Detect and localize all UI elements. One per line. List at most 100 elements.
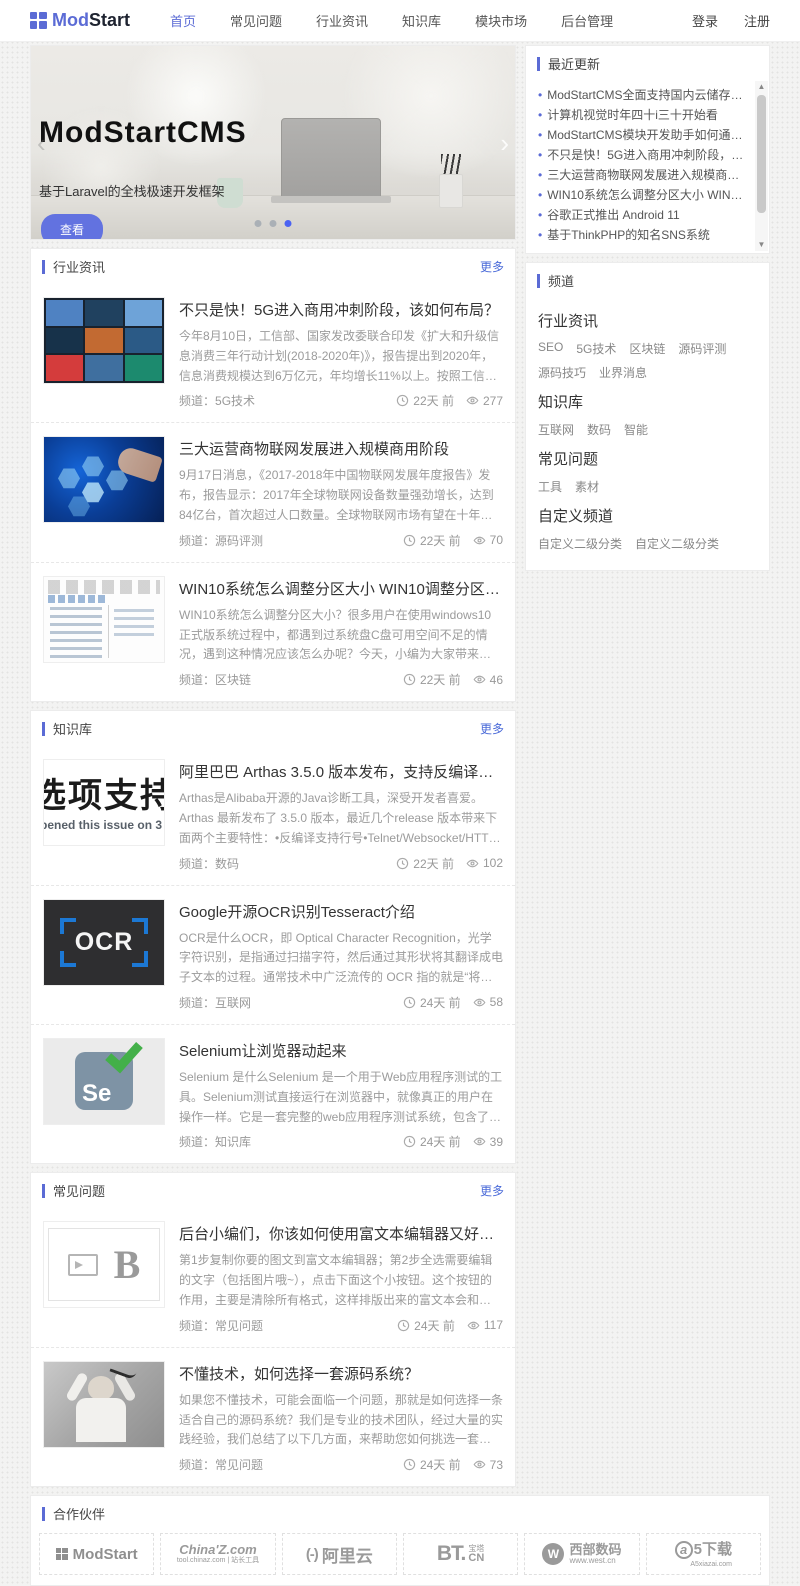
clock-icon [396, 857, 409, 870]
article-title[interactable]: WIN10系统怎么调整分区大小 WIN10调整分区大小方法 [179, 578, 503, 599]
partner-logo-west[interactable]: W 西部数码 www.west.cn [524, 1533, 639, 1575]
channel-tag[interactable]: 业界消息 [599, 364, 647, 381]
channel-tag[interactable]: 区块链 [629, 340, 665, 357]
channel-tag[interactable]: 源码评测 [678, 340, 726, 357]
article-thumbnail[interactable]: 选项支持显 pened this issue on 3 [43, 759, 165, 846]
article-thumbnail[interactable]: Se [43, 1038, 165, 1125]
more-link[interactable]: 更多 [480, 258, 504, 275]
channel-group-custom[interactable]: 自定义频道 [538, 505, 757, 526]
channel-tag[interactable]: 5G技术 [576, 340, 616, 357]
channel-tag[interactable]: 数码 [587, 421, 611, 438]
carousel-dot-active[interactable] [285, 220, 292, 227]
article-thumbnail[interactable] [43, 436, 165, 523]
recent-update-item[interactable]: 三大运营商物联网发展进入规模商用阶段 [538, 165, 749, 185]
article-channel[interactable]: 数码 [215, 855, 239, 872]
partner-logo-chinaz[interactable]: China'Z.com tool.chinaz.com | 站长工具 [160, 1533, 275, 1575]
channel-tag[interactable]: 互联网 [538, 421, 574, 438]
more-link[interactable]: 更多 [480, 1182, 504, 1199]
nav-item-admin[interactable]: 后台管理 [561, 11, 613, 30]
article-title[interactable]: 三大运营商物联网发展进入规模商用阶段 [179, 438, 503, 459]
article-row[interactable]: Se Selenium让浏览器动起来 Selenium 是什么Selenium … [31, 1025, 515, 1163]
recent-update-item[interactable]: WIN10系统怎么调整分区大小 WIN10调整分区大小... [538, 185, 749, 205]
article-row[interactable]: B 后台小编们，你该如何使用富文本编辑器又好又快的排版 第1步复制你要的图文到富… [31, 1208, 515, 1347]
article-row[interactable]: OCR Google开源OCR识别Tesseract介绍 OCR是什么OCR，即… [31, 886, 515, 1025]
article-row[interactable]: WIN10系统怎么调整分区大小 WIN10调整分区大小方法 WIN10系统怎么调… [31, 563, 515, 701]
nav-item-news[interactable]: 行业资讯 [316, 11, 368, 30]
article-views: 39 [490, 1135, 503, 1149]
scrollbar-thumb[interactable] [757, 95, 766, 213]
article-channel[interactable]: 互联网 [215, 994, 251, 1011]
hero-pencil-cup-graphic [439, 174, 463, 208]
recent-update-item[interactable]: ModStartCMS模块开发助手如何通过一键创建模块？ [538, 125, 749, 145]
channel-tag[interactable]: 源码技巧 [538, 364, 586, 381]
scrollbar-track[interactable]: ▲ ▼ [755, 81, 768, 251]
article-title[interactable]: 不懂技术，如何选择一套源码系统？ [179, 1363, 503, 1384]
more-link[interactable]: 更多 [480, 720, 504, 737]
article-row[interactable]: 三大运营商物联网发展进入规模商用阶段 9月17日消息，《2017-2018年中国… [31, 423, 515, 562]
hero-view-button[interactable]: 查看 [41, 214, 103, 240]
channel-tag[interactable]: 智能 [624, 421, 648, 438]
scroll-down-icon[interactable]: ▼ [755, 239, 768, 251]
recent-update-item[interactable]: 谷歌正式推出 Android 11 [538, 205, 749, 225]
carousel-dot[interactable] [255, 220, 262, 227]
eye-icon [466, 394, 479, 407]
section-accent-bar [537, 274, 540, 288]
channel-group-knowledge[interactable]: 知识库 [538, 391, 757, 412]
nav-item-faq[interactable]: 常见问题 [230, 11, 282, 30]
channel-tag[interactable]: 素材 [575, 478, 599, 495]
article-channel[interactable]: 区块链 [215, 671, 251, 688]
recent-update-item[interactable]: ModStartCMS全面支持国内云储存平台 [538, 85, 749, 105]
partner-logo-baota[interactable]: BT. 宝塔 CN [403, 1533, 518, 1575]
article-thumbnail[interactable] [43, 1361, 165, 1448]
nav-item-module-market[interactable]: 模块市场 [475, 11, 527, 30]
article-thumbnail[interactable]: B [43, 1221, 165, 1308]
clock-icon [397, 1319, 410, 1332]
article-channel[interactable]: 常见问题 [215, 1317, 263, 1334]
channel-tag[interactable]: 工具 [538, 478, 562, 495]
article-channel[interactable]: 常见问题 [215, 1456, 263, 1473]
article-row[interactable]: 不懂技术，如何选择一套源码系统？ 如果您不懂技术，可能会面临一个问题，那就是如何… [31, 1348, 515, 1486]
nav-item-home[interactable]: 首页 [170, 11, 196, 30]
channel-group-faq[interactable]: 常见问题 [538, 448, 757, 469]
channel-tag[interactable]: 自定义二级分类 [538, 535, 622, 552]
scroll-up-icon[interactable]: ▲ [755, 81, 768, 93]
carousel-dots [255, 220, 292, 227]
article-time: 22天 前 [413, 855, 454, 872]
recent-update-item[interactable]: 基于ThinkPHP的知名SNS系统 [538, 225, 749, 245]
article-title[interactable]: 阿里巴巴 Arthas 3.5.0 版本发布，支持反编译打印行号和统一鉴权 [179, 761, 503, 782]
article-channel[interactable]: 源码评测 [215, 532, 263, 549]
eye-icon [473, 673, 486, 686]
article-excerpt: 9月17日消息，《2017-2018年中国物联网发展年度报告》发布，报告显示：2… [179, 466, 503, 525]
nav-item-knowledge[interactable]: 知识库 [402, 11, 441, 30]
article-row[interactable]: 不只是快！5G进入商用冲刺阶段，该如何布局？ 今年8月10日，工信部、国家发改委… [31, 284, 515, 423]
carousel-next-icon[interactable]: › [500, 130, 509, 156]
article-row[interactable]: 选项支持显 pened this issue on 3 阿里巴巴 Arthas … [31, 746, 515, 885]
partner-logo-modstart[interactable]: ModStart [39, 1533, 154, 1575]
article-excerpt: 如果您不懂技术，可能会面临一个问题，那就是如何选择一条适合自己的源码系统？我们是… [179, 1391, 503, 1450]
site-logo[interactable]: ModStart [30, 10, 130, 31]
carousel-dot[interactable] [270, 220, 277, 227]
article-title[interactable]: Selenium让浏览器动起来 [179, 1040, 503, 1061]
article-channel[interactable]: 5G技术 [215, 392, 255, 409]
article-thumbnail[interactable] [43, 297, 165, 384]
login-link[interactable]: 登录 [692, 11, 718, 30]
recent-update-item[interactable]: 计算机视觉时年四十i三十开始看 [538, 105, 749, 125]
partners-panel: 合作伙伴 ModStart China'Z.com tool.chinaz.co… [30, 1495, 770, 1586]
partner-logo-text: BT. [437, 1542, 466, 1566]
recent-update-item[interactable]: 不只是快！5G进入商用冲刺阶段，该如何布局？ [538, 145, 749, 165]
partner-logo-a5[interactable]: a 5下载 A5xiazai.com [646, 1533, 761, 1575]
article-title[interactable]: 后台小编们，你该如何使用富文本编辑器又好又快的排版 [179, 1223, 503, 1244]
article-title[interactable]: 不只是快！5G进入商用冲刺阶段，该如何布局？ [179, 299, 503, 320]
section-title: 常见问题 [53, 1181, 105, 1200]
article-thumbnail[interactable] [43, 576, 165, 663]
article-thumbnail[interactable]: OCR [43, 899, 165, 986]
article-channel[interactable]: 知识库 [215, 1133, 251, 1150]
register-link[interactable]: 注册 [744, 11, 770, 30]
channel-tag[interactable]: SEO [538, 340, 563, 357]
article-title[interactable]: Google开源OCR识别Tesseract介绍 [179, 901, 503, 922]
channel-tag[interactable]: 自定义二级分类 [635, 535, 719, 552]
channel-group-news[interactable]: 行业资讯 [538, 310, 757, 331]
carousel-prev-icon[interactable]: ‹ [37, 130, 46, 156]
partner-logo-aliyun[interactable]: (-) 阿里云 [282, 1533, 397, 1575]
hero-laptop-graphic [271, 196, 391, 203]
